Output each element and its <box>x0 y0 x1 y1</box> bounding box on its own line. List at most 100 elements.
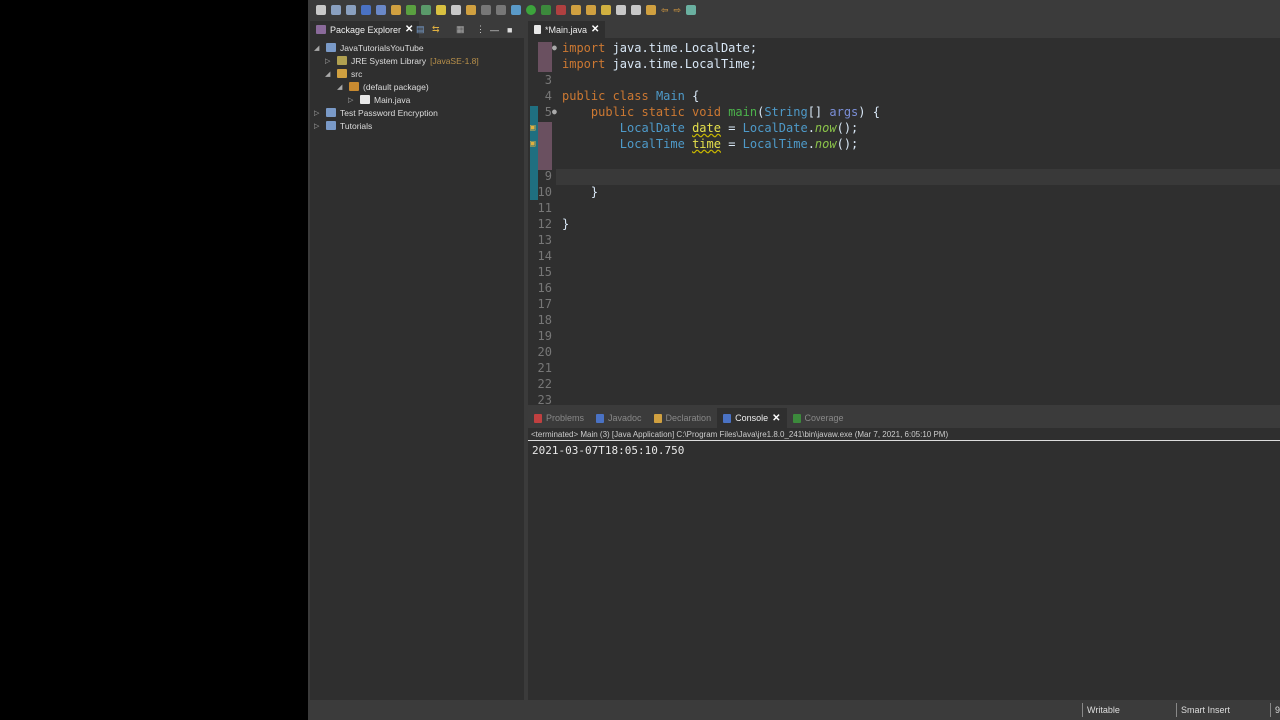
expanded-arrow-icon[interactable]: ◢ <box>314 44 322 52</box>
toggle-icon[interactable] <box>481 5 491 15</box>
line-number: 11 <box>537 201 552 215</box>
code-line: import java.time.LocalDate; <box>562 41 758 55</box>
search-icon[interactable] <box>451 5 461 15</box>
perspective-icon[interactable] <box>686 5 697 15</box>
tree-item-test-password-encryption[interactable]: ▷ Test Password Encryption <box>314 106 438 119</box>
console-view: Problems Javadoc Declaration Console ✕ Covera… <box>528 408 1280 700</box>
code-line: import java.time.LocalTime; <box>562 57 758 71</box>
eclipse-window: ⇦ ⇨ Package Explorer ✕ ▤ ⇆ ▦ ⋮ — ■ ◢ Java… <box>308 0 1280 720</box>
line-number: 16 <box>537 281 552 295</box>
tab-label: Coverage <box>804 413 844 423</box>
tree-item-default-package[interactable]: ◢ (default package) <box>337 80 429 93</box>
tab-label: Problems <box>546 413 585 423</box>
new-class-icon[interactable] <box>586 5 596 15</box>
collapsed-arrow-icon[interactable]: ▷ <box>314 109 322 117</box>
close-icon[interactable]: ✕ <box>591 24 599 35</box>
javadoc-icon <box>596 413 605 423</box>
last-edit-icon[interactable] <box>646 5 656 15</box>
declaration-icon <box>653 413 662 423</box>
line-number: 9 <box>544 169 552 183</box>
maximize-icon[interactable]: ■ <box>507 25 512 35</box>
warning-icon[interactable]: ▣ <box>530 139 535 149</box>
project-icon <box>326 108 336 117</box>
close-icon[interactable]: ✕ <box>772 413 780 424</box>
filter-icon[interactable]: ▦ <box>456 24 465 35</box>
fold-icon[interactable]: ● <box>552 43 557 52</box>
debug-skip-icon[interactable] <box>376 5 386 15</box>
save-icon[interactable] <box>331 5 341 15</box>
open-type-icon[interactable] <box>421 5 431 15</box>
line-number: 10 <box>537 185 552 199</box>
close-icon[interactable]: ✕ <box>405 24 413 35</box>
next-annotation-icon[interactable] <box>616 5 626 15</box>
external-tools-icon[interactable] <box>556 5 566 15</box>
package-icon <box>349 82 359 91</box>
minimize-icon[interactable]: — <box>490 25 499 35</box>
code-line: } <box>562 217 570 231</box>
tab-coverage[interactable]: Coverage <box>787 408 850 428</box>
open-task-icon[interactable] <box>466 5 476 15</box>
source-folder-icon <box>337 69 347 78</box>
change-marker <box>538 42 552 72</box>
prev-annotation-icon[interactable] <box>631 5 641 15</box>
refresh-icon[interactable] <box>406 5 416 15</box>
fold-icon[interactable]: ● <box>552 107 557 116</box>
view-menu-icon[interactable]: ⋮ <box>476 24 485 35</box>
expanded-arrow-icon[interactable]: ◢ <box>337 83 345 91</box>
package-explorer-title: Package Explorer <box>330 24 402 35</box>
new-icon[interactable] <box>316 5 326 15</box>
expanded-arrow-icon[interactable]: ◢ <box>325 70 333 78</box>
debug-icon[interactable] <box>511 5 521 15</box>
console-output[interactable]: 2021-03-07T18:05:10.750 <box>528 441 1280 460</box>
tree-item-tutorials[interactable]: ▷ Tutorials <box>314 119 372 132</box>
tab-javadoc[interactable]: Javadoc <box>590 408 648 428</box>
java-file-icon <box>534 25 541 34</box>
back-icon[interactable]: ⇦ <box>661 5 669 16</box>
coverage-icon[interactable] <box>541 5 551 15</box>
code-line: LocalDate date = LocalDate.now(); <box>562 121 859 135</box>
main-toolbar: ⇦ ⇨ <box>308 0 1280 20</box>
line-number: 13 <box>537 233 552 247</box>
link-with-editor-icon[interactable]: ⇆ <box>432 24 440 35</box>
tree-item-decoration: [JavaSE-1.8] <box>430 55 479 66</box>
tab-package-explorer[interactable]: Package Explorer ✕ <box>310 21 420 38</box>
collapsed-arrow-icon[interactable]: ▷ <box>325 57 333 65</box>
package-explorer-icon <box>316 25 326 34</box>
tab-main-java[interactable]: *Main.java ✕ <box>528 21 606 38</box>
collapse-all-icon[interactable]: ▤ <box>416 24 425 35</box>
tree-item-project[interactable]: ◢ JavaTutorialsYouTube <box>314 41 424 54</box>
marker-icon[interactable] <box>436 5 446 15</box>
tab-console[interactable]: Console ✕ <box>717 408 787 428</box>
open-folder-icon[interactable] <box>571 5 581 15</box>
coverage-icon <box>792 413 801 423</box>
show-whitespace-icon[interactable] <box>496 5 506 15</box>
project-icon <box>326 43 336 52</box>
save-all-icon[interactable] <box>346 5 356 15</box>
new-java-project-icon[interactable] <box>391 5 401 15</box>
code-editor[interactable]: ▣ ▣ ● ● 12345678910111213141516171819202… <box>528 41 1280 407</box>
change-marker <box>538 122 552 170</box>
terminal-icon[interactable] <box>361 5 371 15</box>
tree-item-label: JRE System Library <box>351 55 427 66</box>
tab-label: Console <box>735 413 769 423</box>
line-number: 14 <box>537 249 552 263</box>
status-writable: Writable <box>1082 703 1120 717</box>
run-icon[interactable] <box>526 5 536 15</box>
tree-item-src[interactable]: ◢ src <box>325 67 362 80</box>
collapsed-arrow-icon[interactable]: ▷ <box>348 96 356 104</box>
tab-declaration[interactable]: Declaration <box>648 408 718 428</box>
collapsed-arrow-icon[interactable]: ▷ <box>314 122 322 130</box>
package-explorer-view: Package Explorer ✕ ▤ ⇆ ▦ ⋮ — ■ ◢ JavaTuto… <box>310 21 524 700</box>
forward-icon[interactable]: ⇨ <box>674 5 682 16</box>
tree-item-label: Tutorials <box>340 120 373 131</box>
editor-area: *Main.java ✕ ▣ ▣ ● ● 1234567891011121314… <box>528 21 1280 407</box>
tab-label: Declaration <box>665 413 712 423</box>
warning-icon[interactable]: ▣ <box>530 123 535 133</box>
code-line: public static void main(String[] args) { <box>562 105 880 119</box>
problems-icon <box>534 413 542 423</box>
edit-icon[interactable] <box>601 5 611 15</box>
tree-item-main-java[interactable]: ▷ Main.java <box>348 93 410 106</box>
tree-item-jre[interactable]: ▷ JRE System Library [JavaSE-1.8] <box>325 54 479 67</box>
tab-problems[interactable]: Problems <box>528 408 590 428</box>
tree-item-label: Main.java <box>374 94 411 105</box>
